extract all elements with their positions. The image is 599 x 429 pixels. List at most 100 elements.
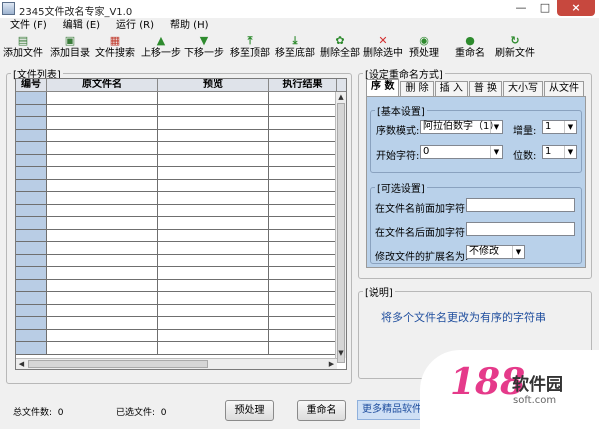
toolbar-button-6[interactable]: ⤒ 移至顶部 xyxy=(227,35,273,63)
table-cell xyxy=(16,192,47,204)
refresh-icon: ↻ xyxy=(510,34,520,47)
table-row[interactable] xyxy=(16,317,337,330)
toolbar-button-9[interactable]: ✕ 删除选中 xyxy=(361,35,405,63)
table-row[interactable] xyxy=(16,129,337,142)
col-original-name[interactable]: 原文件名 xyxy=(47,79,158,91)
tab-insert[interactable]: 插 入 xyxy=(434,81,468,96)
table-body[interactable] xyxy=(16,92,337,358)
table-cell xyxy=(158,192,269,204)
menu-run[interactable]: 运行 (R) xyxy=(106,18,160,34)
close-button[interactable]: × xyxy=(557,0,595,16)
toolbar-button-11[interactable]: ● 重命名 xyxy=(452,35,488,63)
scroll-up-icon[interactable]: ▲ xyxy=(336,92,346,102)
toolbar-button-8[interactable]: ✿ 删除全部 xyxy=(317,35,363,63)
preprocess-button[interactable]: 预处理 xyxy=(225,400,274,421)
table-row[interactable] xyxy=(16,92,337,105)
table-cell xyxy=(269,205,337,217)
toolbar-button-label: 移至底部 xyxy=(275,48,315,59)
table-row[interactable] xyxy=(16,217,337,230)
tab-replace[interactable]: 普 换 xyxy=(468,81,503,96)
toolbar-button-5[interactable]: ▼ 下移一步 xyxy=(183,35,225,63)
scroll-down-icon[interactable]: ▼ xyxy=(336,348,346,358)
toolbar-button-label: 重命名 xyxy=(455,48,485,59)
table-row[interactable] xyxy=(16,142,337,155)
horizontal-scrollbar[interactable]: ◀ ▶ xyxy=(16,358,337,369)
maximize-button[interactable]: □ xyxy=(533,0,557,16)
increment-select[interactable]: 1 ▼ xyxy=(542,120,577,134)
col-number[interactable]: 编号 xyxy=(16,79,47,91)
table-cell xyxy=(158,217,269,229)
table-row[interactable] xyxy=(16,154,337,167)
table-cell xyxy=(158,229,269,241)
table-row[interactable] xyxy=(16,267,337,280)
preprocess-icon: ◉ xyxy=(419,34,429,47)
scroll-left-icon[interactable]: ◀ xyxy=(16,359,27,369)
col-result[interactable]: 执行结果 xyxy=(269,79,337,91)
toolbar-button-3[interactable]: ▦ 文件搜索 xyxy=(94,35,136,63)
toolbar-button-1[interactable]: ▤ 添加文件 xyxy=(2,35,44,63)
toolbar-button-label: 移至顶部 xyxy=(230,48,270,59)
start-char-select[interactable]: 0 ▼ xyxy=(420,145,503,159)
toolbar-button-label: 预处理 xyxy=(409,48,439,59)
toolbar-button-7[interactable]: ⤓ 移至底部 xyxy=(272,35,318,63)
table-cell xyxy=(158,154,269,166)
window-title: 2345文件改名专家_V1.0 xyxy=(19,7,133,18)
add-folder-icon: ▣ xyxy=(64,34,76,47)
menu-edit[interactable]: 编辑 (E) xyxy=(53,18,106,34)
table-cell xyxy=(47,229,158,241)
table-row[interactable] xyxy=(16,342,337,355)
digits-select[interactable]: 1 ▼ xyxy=(542,145,577,159)
rename-tabs: 序 数 删 除 插 入 普 换 大小写 从文件 xyxy=(366,79,585,96)
window-controls: — □ × xyxy=(509,0,595,16)
delete-all-icon: ✿ xyxy=(335,34,345,47)
watermark-url: soft.com xyxy=(513,395,557,406)
table-row[interactable] xyxy=(16,104,337,117)
toolbar-button-label: 文件搜索 xyxy=(95,48,135,59)
hscroll-thumb[interactable] xyxy=(28,360,208,368)
tab-delete[interactable]: 删 除 xyxy=(400,81,434,96)
tab-from-file[interactable]: 从文件 xyxy=(544,81,585,96)
chevron-down-icon: ▼ xyxy=(564,121,576,133)
vertical-scrollbar[interactable]: ▲ ▼ xyxy=(335,92,346,363)
suffix-input[interactable] xyxy=(466,222,575,236)
table-cell xyxy=(16,279,47,291)
table-row[interactable] xyxy=(16,167,337,180)
table-row[interactable] xyxy=(16,192,337,205)
tab-sequence[interactable]: 序 数 xyxy=(366,79,400,96)
scroll-right-icon[interactable]: ▶ xyxy=(326,359,337,369)
minimize-button[interactable]: — xyxy=(509,0,533,16)
toolbar-button-10[interactable]: ◉ 预处理 xyxy=(407,35,441,63)
toolbar-button-label: 添加目录 xyxy=(50,48,90,59)
table-cell xyxy=(47,304,158,316)
table-cell xyxy=(158,179,269,191)
menu-help[interactable]: 帮助 (H) xyxy=(160,18,215,34)
rename-button[interactable]: 重命名 xyxy=(297,400,346,421)
toolbar-button-2[interactable]: ▣ 添加目录 xyxy=(48,35,92,63)
table-row[interactable] xyxy=(16,179,337,192)
optional-settings-legend: [可选设置] xyxy=(377,184,425,195)
table-row[interactable] xyxy=(16,304,337,317)
table-row[interactable] xyxy=(16,117,337,130)
table-row[interactable] xyxy=(16,254,337,267)
table-row[interactable] xyxy=(16,229,337,242)
table-row[interactable] xyxy=(16,292,337,305)
menu-file[interactable]: 文件 (F) xyxy=(0,18,53,34)
table-cell xyxy=(158,142,269,154)
toolbar-button-12[interactable]: ↻ 刷新文件 xyxy=(492,35,538,63)
table-row[interactable] xyxy=(16,279,337,292)
tab-case[interactable]: 大小写 xyxy=(503,81,544,96)
table-row[interactable] xyxy=(16,329,337,342)
col-preview[interactable]: 预览 xyxy=(158,79,269,91)
table-row[interactable] xyxy=(16,242,337,255)
sequence-mode-select[interactable]: 阿拉伯数字（1） ▼ xyxy=(420,120,503,134)
table-cell xyxy=(269,267,337,279)
table-cell xyxy=(269,280,337,292)
toolbar-button-4[interactable]: ▲ 上移一步 xyxy=(140,35,182,63)
scroll-thumb[interactable] xyxy=(337,103,345,363)
add-file-icon: ▤ xyxy=(17,34,29,47)
prefix-input[interactable] xyxy=(466,198,575,212)
table-cell xyxy=(16,167,47,179)
extension-select[interactable]: 不修改 ▼ xyxy=(466,245,525,259)
table-row[interactable] xyxy=(16,204,337,217)
table-cell xyxy=(158,167,269,179)
